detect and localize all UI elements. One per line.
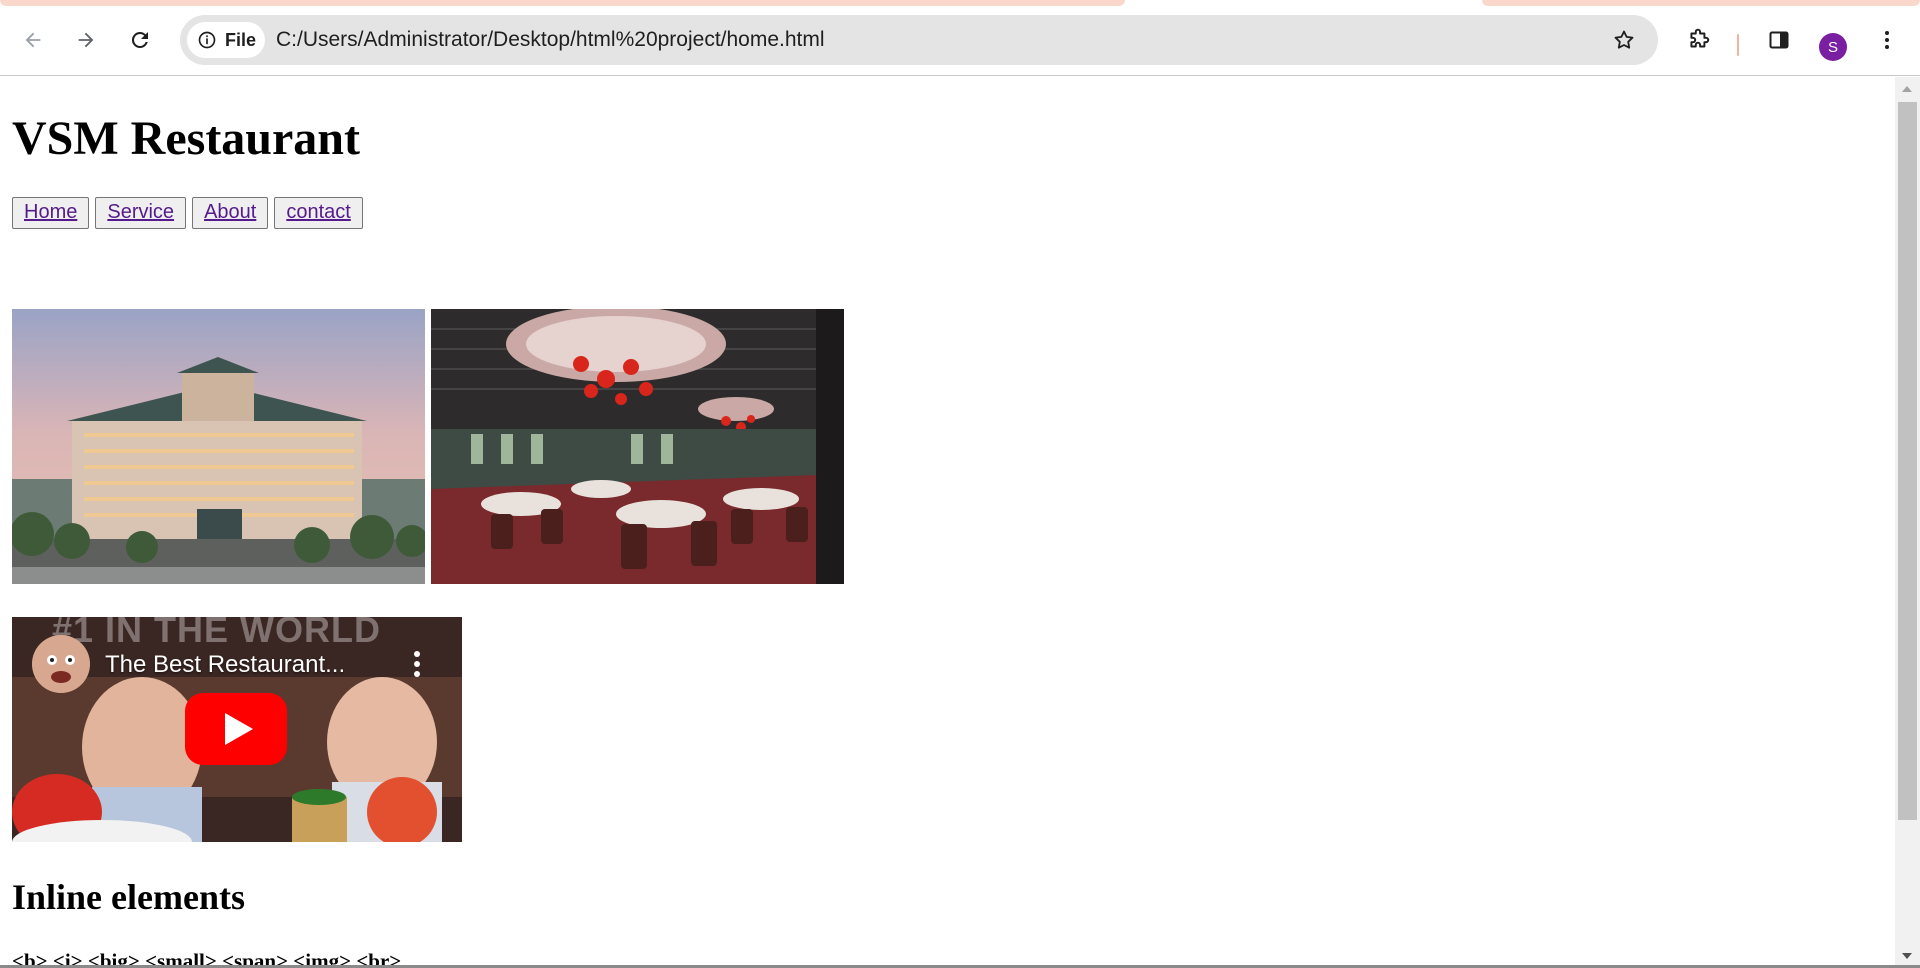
extensions-icon: [1690, 28, 1710, 48]
page-title: VSM Restaurant: [12, 112, 360, 165]
scroll-thumb[interactable]: [1898, 102, 1917, 820]
page-body: VSM Restaurant Home Service About contac…: [0, 111, 1895, 229]
nav-about-button[interactable]: About: [192, 197, 269, 229]
youtube-embed[interactable]: #1 IN THE WORLD The Best Restaurant...: [12, 617, 462, 842]
forward-arrow-icon: [78, 32, 94, 48]
play-icon[interactable]: [185, 693, 287, 765]
address-bar[interactable]: File C:/Users/Administrator/Desktop/html…: [180, 15, 1658, 65]
browser-menu-button[interactable]: [1867, 20, 1907, 60]
hotel-exterior-image: [12, 309, 425, 584]
scroll-down-icon[interactable]: [1902, 953, 1912, 959]
extensions-button[interactable]: [1679, 20, 1719, 60]
url-text[interactable]: C:/Users/Administrator/Desktop/html%20pr…: [276, 15, 825, 65]
side-panel-icon: [1769, 31, 1789, 49]
channel-avatar-image: [32, 635, 90, 693]
back-arrow-icon: [25, 32, 41, 48]
reload-button[interactable]: [120, 20, 160, 60]
side-panel-button[interactable]: [1759, 20, 1799, 60]
photo-row: [12, 309, 844, 584]
info-icon: [198, 31, 216, 49]
browser-toolbar: File C:/Users/Administrator/Desktop/html…: [0, 6, 1920, 76]
site-chip-label: File: [225, 29, 257, 50]
toolbar-divider: [1737, 34, 1739, 56]
forward-button[interactable]: [66, 20, 106, 60]
section-heading: Inline elements: [12, 877, 245, 917]
vertical-scrollbar[interactable]: [1895, 77, 1920, 968]
restaurant-interior-image: [431, 309, 844, 584]
site-nav: Home Service About contact: [12, 197, 1883, 229]
kebab-menu-icon: [1885, 31, 1889, 49]
profile-avatar[interactable]: S: [1819, 33, 1847, 61]
bookmark-button[interactable]: [1604, 20, 1644, 60]
reload-icon: [131, 31, 148, 48]
nav-home-button[interactable]: Home: [12, 197, 90, 229]
page-viewport: VSM Restaurant Home Service About contac…: [0, 77, 1895, 968]
site-info-chip[interactable]: File: [187, 22, 265, 58]
scroll-up-icon[interactable]: [1902, 86, 1912, 92]
channel-avatar[interactable]: [32, 635, 90, 693]
thumbnail-overlay-text: #1 IN THE WORLD: [52, 617, 382, 650]
star-icon: [1614, 30, 1634, 49]
back-button[interactable]: [13, 20, 53, 60]
nav-contact-button[interactable]: contact: [274, 197, 363, 229]
video-title[interactable]: The Best Restaurant...: [105, 651, 345, 679]
nav-service-button[interactable]: Service: [95, 197, 187, 229]
video-more-icon[interactable]: [407, 649, 427, 679]
